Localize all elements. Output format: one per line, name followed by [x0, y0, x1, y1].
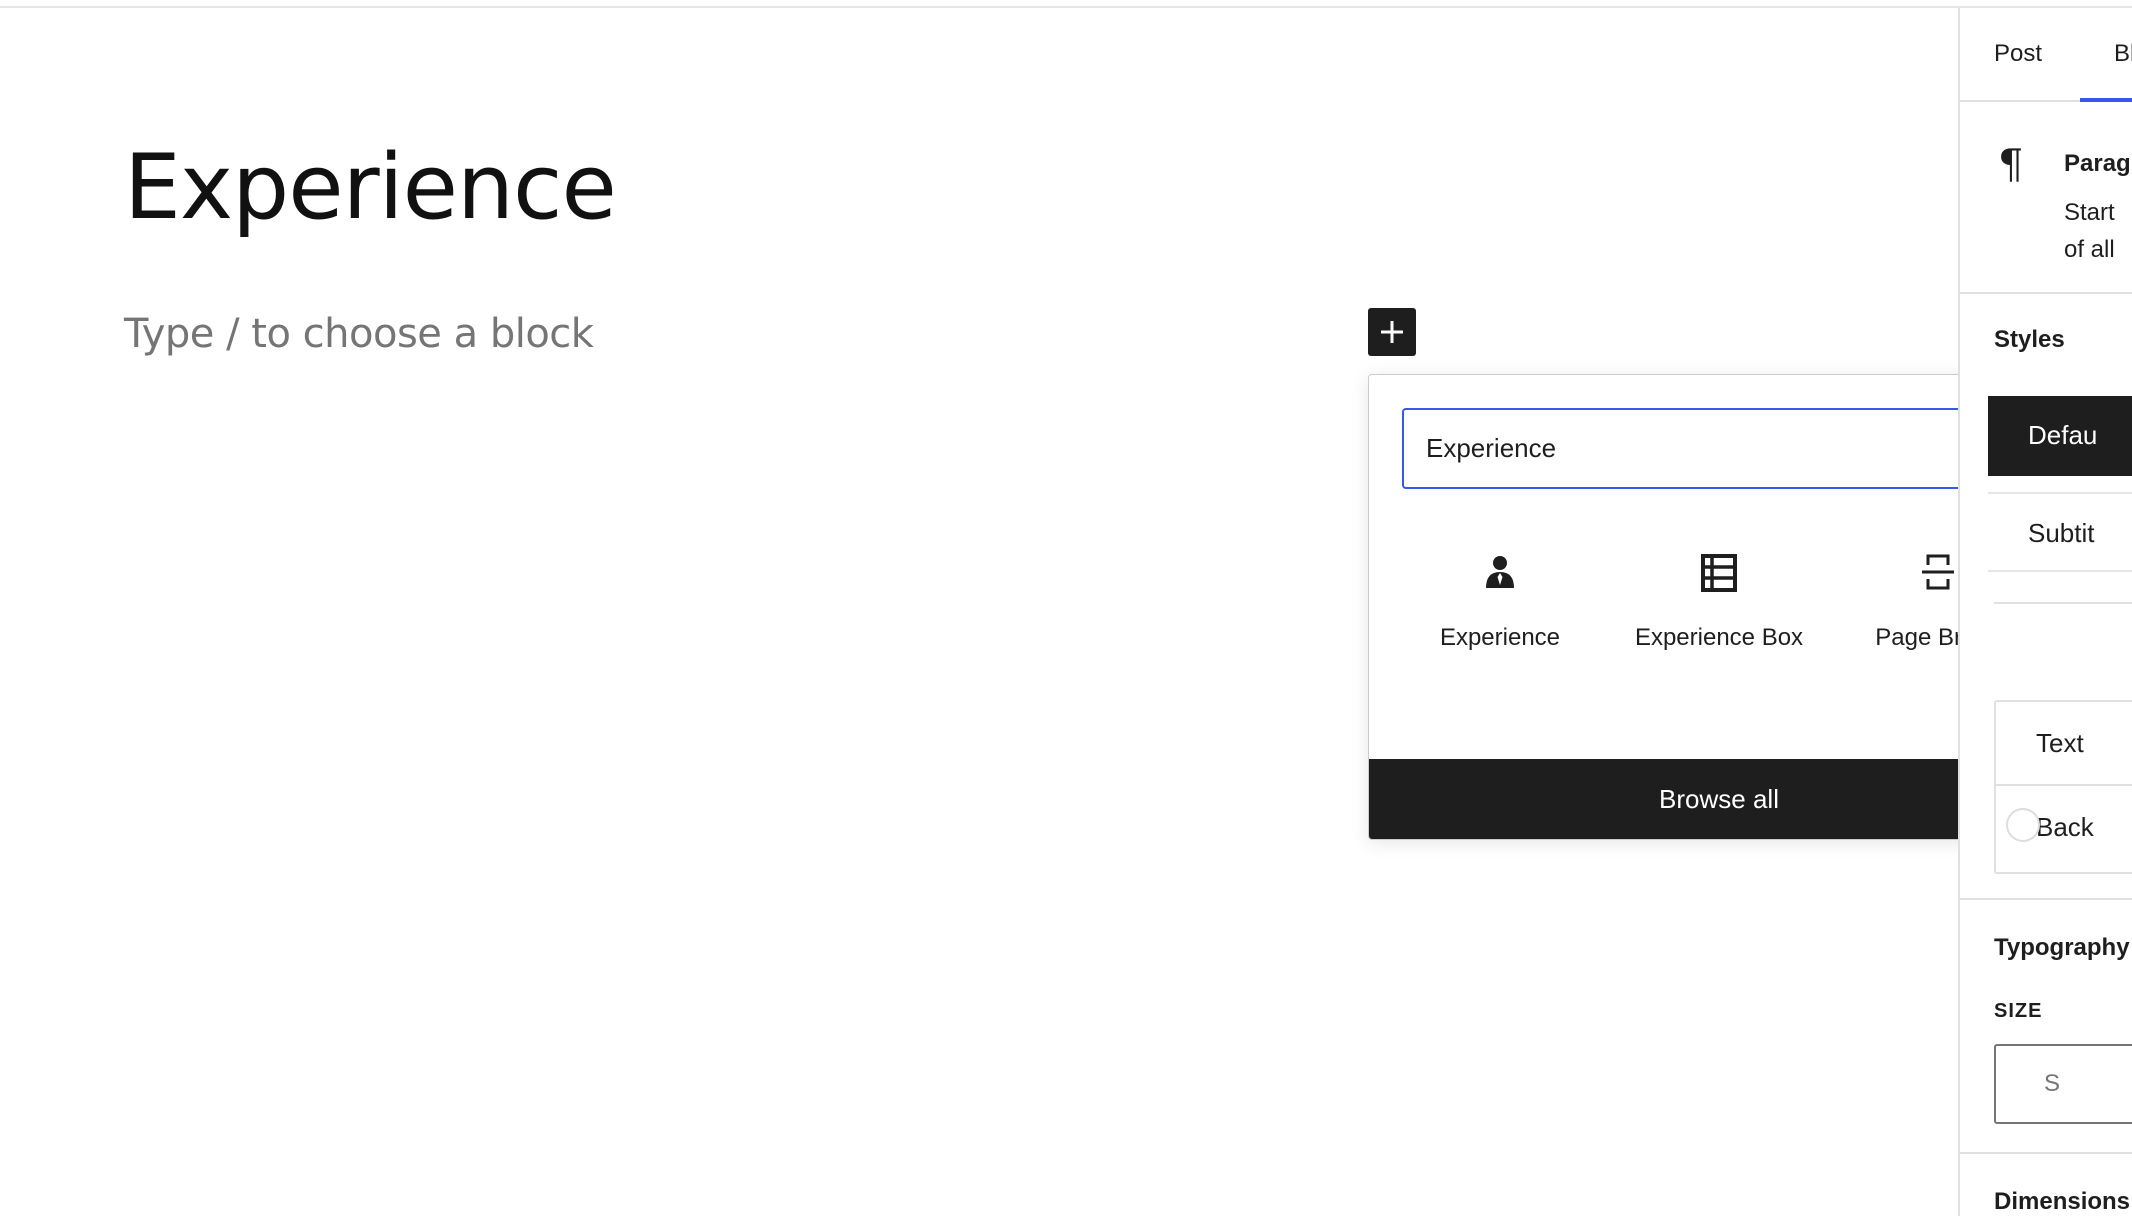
divider	[1960, 1152, 2132, 1154]
page-break-icon	[1916, 550, 1960, 594]
background-color-option[interactable]: Back	[1996, 786, 2132, 870]
settings-sidebar: Post Bl ¶ Parag Start of all Styles Defa…	[1958, 8, 2132, 1216]
plus-icon	[1381, 321, 1403, 343]
text-color-label: Text	[2036, 728, 2084, 758]
block-result-label: Experience	[1439, 624, 1561, 651]
color-swatch-icon	[2006, 808, 2040, 842]
size-label: SIZE	[1994, 1000, 2043, 1022]
active-tab-indicator	[2080, 98, 2132, 102]
color-settings: Text Back	[1994, 700, 2132, 874]
font-size-option[interactable]: S	[1994, 1044, 2132, 1124]
style-option-subtitle[interactable]: Subtit	[1988, 492, 2132, 572]
block-inserter-button[interactable]	[1368, 308, 1416, 356]
divider	[1960, 898, 2132, 900]
block-placeholder[interactable]: Type / to choose a block	[124, 311, 594, 357]
divider	[1994, 602, 2132, 604]
dimensions-heading[interactable]: Dimensions	[1994, 1188, 2130, 1216]
paragraph-icon: ¶	[1998, 142, 2024, 188]
block-result-experience-box[interactable]: Experience Box	[1614, 550, 1824, 652]
block-search-input[interactable]	[1426, 433, 1978, 464]
style-option-default[interactable]: Defau	[1988, 396, 2132, 476]
tab-block[interactable]: Bl	[2114, 40, 2132, 68]
post-title[interactable]: Experience	[124, 143, 617, 233]
block-result-label: Experience Box	[1634, 624, 1804, 651]
block-search-field[interactable]	[1402, 408, 2036, 489]
typography-heading[interactable]: Typography	[1994, 934, 2130, 962]
block-result-experience[interactable]: Experience	[1395, 550, 1605, 652]
styles-heading: Styles	[1994, 326, 2065, 353]
person-icon	[1478, 550, 1522, 594]
sidebar-tabs: Post Bl	[1960, 8, 2132, 102]
block-card-title: Parag	[2064, 150, 2131, 177]
text-color-option[interactable]: Text	[1996, 702, 2132, 786]
background-color-label: Back	[2036, 812, 2094, 842]
tab-post[interactable]: Post	[1994, 40, 2042, 68]
block-card-description: Start of all	[2064, 194, 2132, 268]
block-card: ¶ Parag Start of all	[1960, 104, 2132, 294]
block-card-description-line: of all	[2064, 236, 2115, 263]
block-card-description-line: Start	[2064, 199, 2115, 226]
layout-icon	[1697, 550, 1741, 594]
